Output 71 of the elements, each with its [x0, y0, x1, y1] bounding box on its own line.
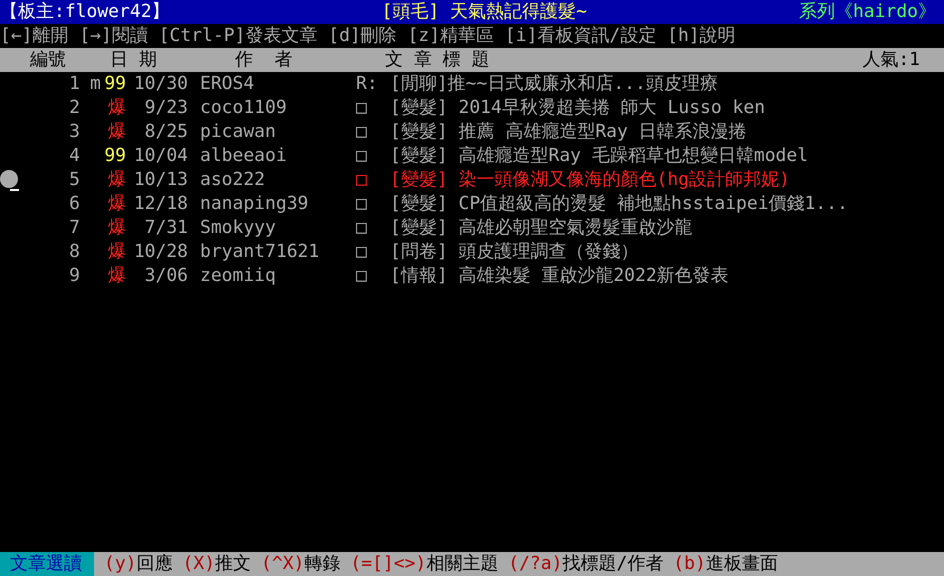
author-name: Smokyyy [200, 216, 277, 240]
article-title[interactable]: [變髮] 高雄癮造型Ray 毛躁稻草也想變日韓model [390, 144, 808, 168]
recommend-count: 爆 [107, 264, 126, 288]
article-title[interactable]: [問卷] 頭皮護理調查（發錢） [390, 240, 639, 264]
article-number: 1 [68, 72, 80, 96]
recommend-count: 99 [103, 144, 126, 168]
read-status: □ [356, 264, 368, 288]
article-title[interactable]: [變髮] CP值超級高的燙髮 補地點hsstaipei價錢1... [390, 192, 848, 216]
read-status: R: [356, 72, 379, 96]
column-header: 文 章 標 題 [385, 48, 491, 72]
command-hint: (=[]<>)相關主題 [350, 552, 498, 576]
article-number: 5 [0, 168, 80, 192]
post-date: 12/18 [132, 192, 188, 216]
column-header: 日 期 [110, 48, 158, 72]
recommend-count: 爆 [107, 192, 126, 216]
article-number: 8 [68, 240, 80, 264]
popularity-count: 人氣:1 [862, 48, 921, 72]
author-name: zeomiiq [200, 264, 277, 288]
article-number: 9 [68, 264, 80, 288]
article-title[interactable]: [變髮] 推薦 高雄癮造型Ray 日韓系浪漫捲 [390, 120, 747, 144]
column-header: 作 者 [235, 48, 294, 72]
author-name: albeeaoi [200, 144, 288, 168]
read-status: □ [356, 240, 368, 264]
command-hint: (y)回應 [104, 552, 173, 576]
command-hint: (/?a)找標題/作者 [508, 552, 664, 576]
recommend-count: 爆 [107, 96, 126, 120]
board-title: [頭毛] 天氣熱記得護髮~ [382, 0, 587, 24]
read-status: □ [356, 216, 368, 240]
command-hint: (b)進板畫面 [673, 552, 778, 576]
recommend-count: 爆 [107, 216, 126, 240]
author-name: aso222 [200, 168, 266, 192]
article-title[interactable]: [變髮] 高雄必朝聖空氣燙髮重啟沙龍 [390, 216, 693, 240]
moderator-label: 【板主:flower42】 [0, 0, 170, 24]
post-date: 7/31 [144, 216, 188, 240]
author-name: bryant71621 [200, 240, 320, 264]
read-status: □ [356, 168, 368, 192]
command-hint: (X)推文 [182, 552, 252, 576]
column-header: 編號 [30, 48, 67, 72]
article-number: 6 [68, 192, 80, 216]
article-title[interactable]: [閒聊]推~~日式威廉永和店...頭皮理療 [390, 72, 718, 96]
post-date: 9/23 [144, 96, 188, 120]
author-name: EROS4 [200, 72, 256, 96]
read-status: □ [356, 120, 368, 144]
recommend-count: 爆 [107, 168, 126, 192]
author-name: nanaping39 [200, 192, 310, 216]
read-status: □ [356, 144, 368, 168]
recommend-count: 99 [103, 72, 126, 96]
command-hint: (^X)轉錄 [261, 552, 340, 576]
article-title[interactable]: [變髮] 2014早秋燙超美捲 師大 Lusso ken [390, 96, 766, 120]
read-status: □ [356, 192, 368, 216]
post-date: 10/13 [132, 168, 188, 192]
post-date: 10/04 [132, 144, 188, 168]
read-status: □ [356, 96, 368, 120]
article-title[interactable]: [變髮] 染一頭像湖又像海的顏色(hg設計師邦妮) [390, 168, 790, 192]
marked-label: m [90, 72, 102, 96]
author-name: picawan [200, 120, 277, 144]
post-date: 3/06 [144, 264, 188, 288]
recommend-count: 爆 [107, 120, 126, 144]
post-date: 10/28 [132, 240, 188, 264]
author-name: coco1109 [200, 96, 288, 120]
mode-label: 文章選讀 [0, 552, 94, 576]
article-title[interactable]: [情報] 高雄染髮 重啟沙龍2022新色發表 [390, 264, 729, 288]
recommend-count: 爆 [107, 240, 126, 264]
post-date: 10/30 [132, 72, 188, 96]
article-number: 2 [68, 96, 80, 120]
article-number: 3 [68, 120, 80, 144]
series-label: 系列《hairdo》 [798, 0, 936, 24]
key-help-text: [←]離開 [→]閱讀 [Ctrl-P]發表文章 [d]刪除 [z]精華區 [i]看板資訊/設定 [h]說明 [0, 24, 736, 48]
article-number: 7 [68, 216, 80, 240]
post-date: 8/25 [144, 120, 188, 144]
article-number: 4 [68, 144, 80, 168]
